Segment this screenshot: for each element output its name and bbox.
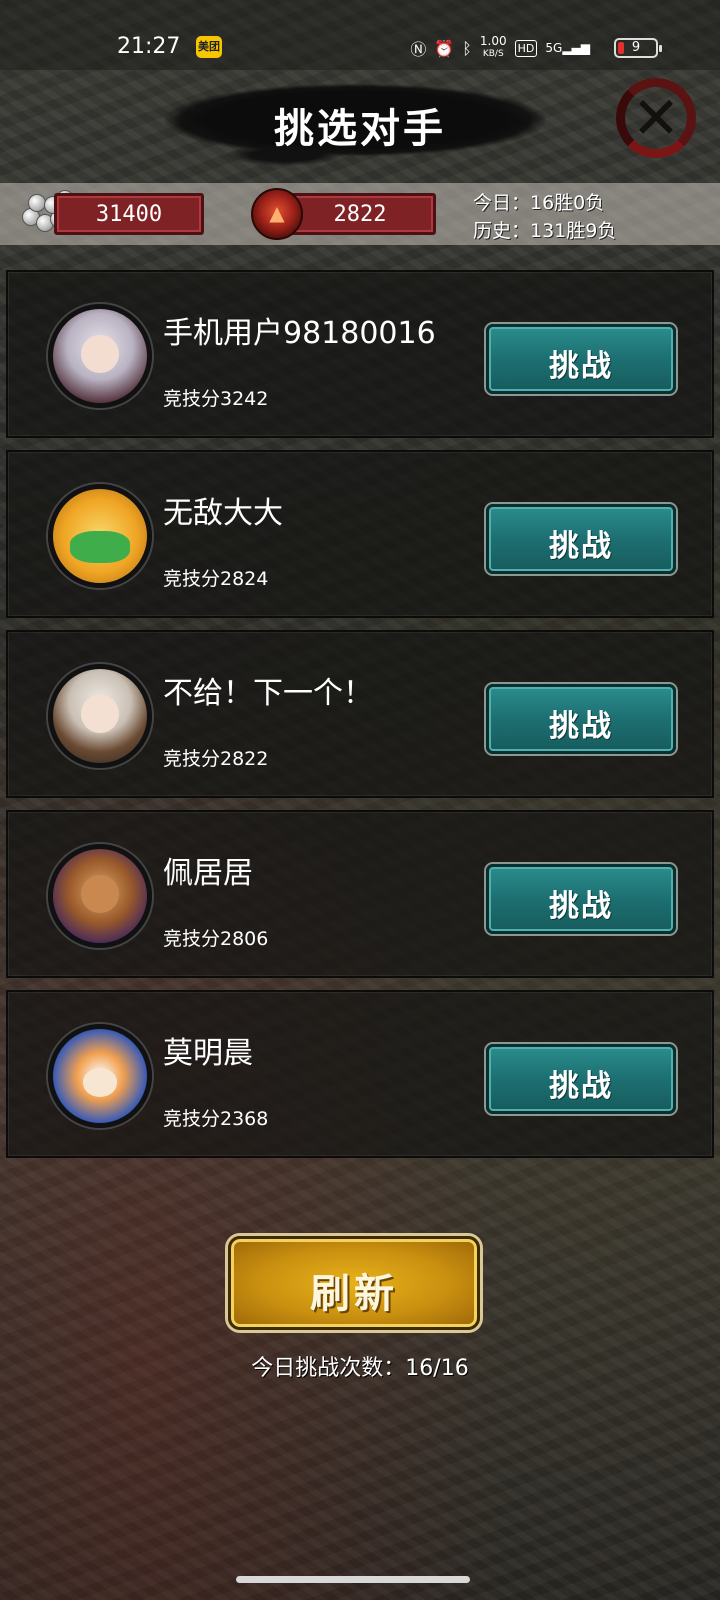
avatar	[48, 304, 152, 408]
opponent-row: 莫明晨 竞技分2368 挑战	[6, 990, 714, 1158]
opponent-name: 手机用户98180016	[163, 316, 436, 351]
hd-icon: HD	[514, 39, 538, 57]
challenge-button[interactable]: 挑战	[486, 504, 676, 574]
challenge-button[interactable]: 挑战	[486, 684, 676, 754]
opponent-score: 竞技分2368	[163, 1108, 269, 1130]
avatar	[48, 844, 152, 948]
silver-value: 31400	[95, 202, 163, 227]
signal-label: 5G	[545, 41, 563, 55]
opponent-score: 竞技分3242	[163, 388, 269, 410]
challenge-button-label: 挑战	[549, 1069, 613, 1104]
challenge-button-label: 挑战	[549, 709, 613, 744]
close-button[interactable]: ✕	[612, 74, 700, 162]
challenge-count: 今日挑战次数：16/16	[251, 1356, 469, 1381]
nfc-icon: Ⓝ	[410, 40, 427, 59]
status-icons: Ⓝ ⏰ ᛒ 1.00 KB/S HD 5G▂▄▆	[410, 34, 590, 60]
net-speed-value: 1.00	[479, 34, 507, 48]
home-indicator[interactable]	[236, 1576, 470, 1583]
refresh-button-label: 刷新	[310, 1271, 398, 1317]
alarm-icon: ⏰	[434, 38, 455, 58]
refresh-button[interactable]: 刷新	[228, 1236, 480, 1330]
close-x-icon: ✕	[631, 84, 681, 152]
silver-counter: 31400	[54, 193, 204, 235]
bluetooth-icon: ᛒ	[462, 38, 472, 58]
challenge-button[interactable]: 挑战	[486, 864, 676, 934]
challenge-button-label: 挑战	[549, 529, 613, 564]
dragon-points-counter: 2822	[284, 193, 436, 235]
net-speed: 1.00 KB/S	[479, 34, 507, 60]
signal-icon: 5G▂▄▆	[545, 41, 590, 55]
avatar	[48, 664, 152, 768]
dragon-emblem-icon	[251, 188, 303, 240]
avatar	[48, 484, 152, 588]
challenge-button[interactable]: 挑战	[486, 1044, 676, 1114]
opponent-row: 手机用户98180016 竞技分3242 挑战	[6, 270, 714, 438]
battery-icon: 9	[614, 38, 662, 58]
challenge-button[interactable]: 挑战	[486, 324, 676, 394]
opponent-score: 竞技分2822	[163, 748, 269, 770]
opponent-name: 莫明晨	[163, 1036, 253, 1071]
history-record: 历史：131胜9负	[473, 220, 617, 242]
opponent-score: 竞技分2824	[163, 568, 269, 590]
meituan-app-icon: 美团	[196, 36, 222, 58]
opponent-row: 佩居居 竞技分2806 挑战	[6, 810, 714, 978]
opponent-name: 佩居居	[163, 856, 253, 891]
challenge-button-label: 挑战	[549, 889, 613, 924]
opponent-name: 不给！下一个！	[163, 676, 373, 711]
challenge-button-label: 挑战	[549, 349, 613, 384]
opponent-row: 不给！下一个！ 竞技分2822 挑战	[6, 630, 714, 798]
net-speed-unit: KB/S	[482, 49, 504, 59]
avatar	[48, 1024, 152, 1128]
status-time: 21:27	[117, 34, 181, 59]
opponent-score: 竞技分2806	[163, 928, 269, 950]
opponent-row: 无敌大大 竞技分2824 挑战	[6, 450, 714, 618]
opponent-name: 无敌大大	[163, 496, 283, 531]
status-bar: 21:27 美团 Ⓝ ⏰ ᛒ 1.00 KB/S HD 5G▂▄▆ 9	[0, 0, 720, 70]
today-record: 今日：16胜0负	[473, 192, 605, 214]
dragon-points-value: 2822	[333, 202, 387, 227]
